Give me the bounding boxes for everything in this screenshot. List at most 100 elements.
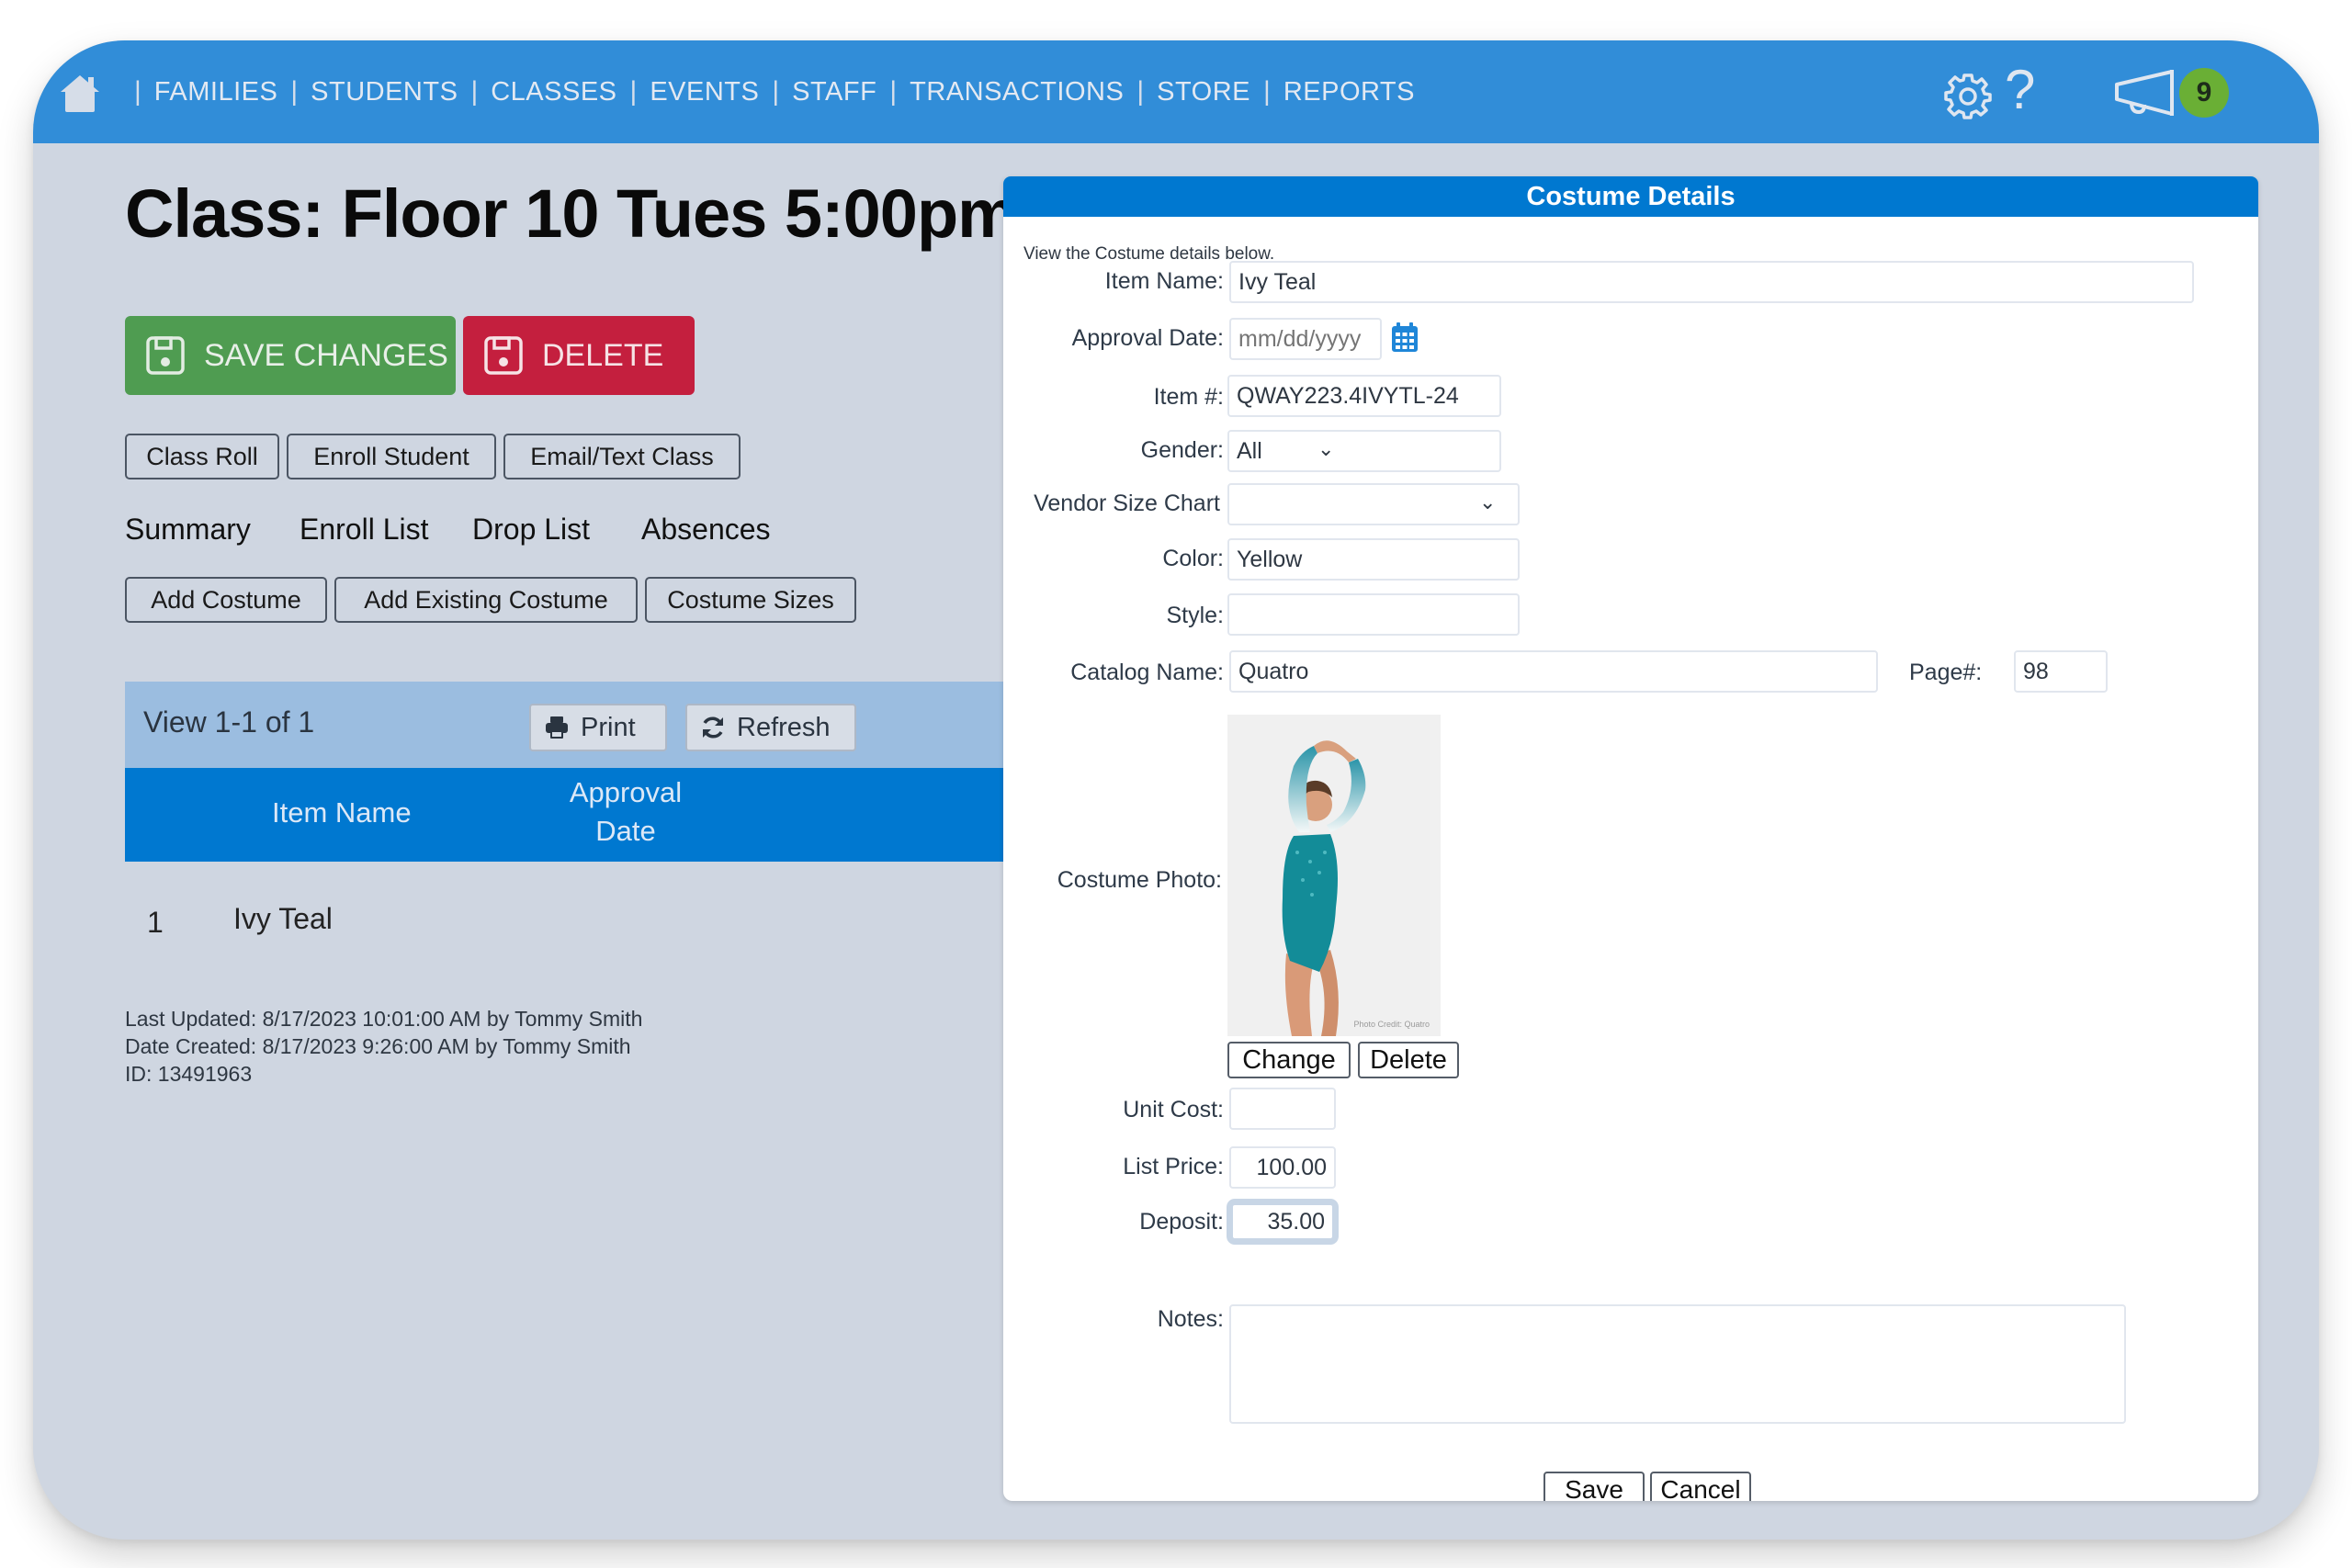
nav-separator: | <box>889 76 898 107</box>
chevron-down-icon: ⌄ <box>1317 437 1335 460</box>
dialog-title: Costume Details <box>1003 176 2258 217</box>
refresh-icon <box>703 716 723 739</box>
add-existing-costume-button[interactable]: Add Existing Costume <box>334 577 638 623</box>
unit-cost-label: Unit Cost: <box>1123 1097 1224 1122</box>
unit-cost-input[interactable] <box>1229 1088 1336 1130</box>
row-number: 1 <box>147 906 164 939</box>
nav-families[interactable]: FAMILIES <box>154 77 278 107</box>
cancel-button[interactable]: Cancel <box>1650 1472 1751 1501</box>
last-updated: Last Updated: 8/17/2023 10:01:00 AM by T… <box>125 1007 643 1031</box>
delete-label: DELETE <box>542 337 664 373</box>
change-photo-button[interactable]: Change <box>1227 1042 1351 1078</box>
nav-store[interactable]: STORE <box>1157 77 1250 107</box>
approval-date-label: Approval Date: <box>1071 325 1224 351</box>
photo-credit: Photo Credit: Quatro <box>1353 1020 1430 1029</box>
notification-badge[interactable]: 9 <box>2179 68 2229 118</box>
tab-absences[interactable]: Absences <box>641 513 771 547</box>
delete-class-button[interactable]: DELETE <box>463 316 695 395</box>
column-header-line: Approval <box>569 776 683 808</box>
print-label: Print <box>581 712 636 742</box>
item-number-input[interactable] <box>1227 375 1501 417</box>
vendor-size-chart-label: Vendor Size Chart <box>1034 491 1220 516</box>
list-price-input[interactable] <box>1229 1146 1336 1189</box>
costume-sizes-button[interactable]: Costume Sizes <box>645 577 856 623</box>
item-name-input[interactable] <box>1229 261 2194 303</box>
gender-selected-value: All <box>1237 437 1262 464</box>
deposit-input[interactable] <box>1231 1203 1334 1240</box>
email-text-class-button[interactable]: Email/Text Class <box>503 434 741 479</box>
catalog-name-input[interactable] <box>1229 650 1878 693</box>
vendor-size-chart-select[interactable]: ⌄ <box>1227 483 1520 525</box>
column-header-approval-date[interactable]: Approval Date <box>548 773 704 851</box>
gear-icon[interactable] <box>1944 72 1992 119</box>
record-meta: Last Updated: 8/17/2023 10:01:00 AM by T… <box>125 1005 642 1088</box>
gender-label: Gender: <box>1140 437 1224 463</box>
table-row[interactable]: 1 Ivy Teal <box>125 902 1007 948</box>
floppy-disk-icon <box>484 336 523 375</box>
class-roll-button[interactable]: Class Roll <box>125 434 279 479</box>
costume-photo-image <box>1282 740 1366 1036</box>
view-count: View 1-1 of 1 <box>143 705 315 739</box>
top-nav: | FAMILIES | STUDENTS | CLASSES | EVENTS… <box>33 40 2319 143</box>
floppy-disk-icon <box>146 336 185 375</box>
costume-photo-label: Costume Photo: <box>1057 867 1222 893</box>
list-price-label: List Price: <box>1123 1154 1224 1179</box>
page-number-label: Page#: <box>1909 660 1983 685</box>
delete-photo-button[interactable]: Delete <box>1358 1042 1459 1078</box>
color-label: Color: <box>1162 546 1224 571</box>
style-input[interactable] <box>1227 593 1520 636</box>
catalog-name-label: Catalog Name: <box>1070 660 1224 685</box>
nav-events[interactable]: EVENTS <box>650 77 759 107</box>
nav-staff[interactable]: STAFF <box>792 77 876 107</box>
notes-label: Notes: <box>1157 1306 1224 1332</box>
chevron-down-icon: ⌄ <box>1479 491 1497 513</box>
page-title: Class: Floor 10 Tues 5:00pm <box>125 175 1018 252</box>
deposit-label: Deposit: <box>1139 1209 1224 1235</box>
grid-header: Item Name Approval Date <box>125 768 1007 862</box>
nav-classes[interactable]: CLASSES <box>491 77 616 107</box>
nav-students[interactable]: STUDENTS <box>311 77 458 107</box>
save-changes-label: SAVE CHANGES <box>204 337 448 373</box>
nav-separator: | <box>290 76 299 107</box>
nav-reports[interactable]: REPORTS <box>1283 77 1415 107</box>
help-icon[interactable]: ? <box>2005 62 2035 118</box>
nav-transactions[interactable]: TRANSACTIONS <box>910 77 1124 107</box>
nav-menu: | FAMILIES | STUDENTS | CLASSES | EVENTS… <box>121 40 1415 143</box>
enroll-student-button[interactable]: Enroll Student <box>287 434 496 479</box>
refresh-button[interactable]: Refresh <box>685 704 856 751</box>
app-window: | FAMILIES | STUDENTS | CLASSES | EVENTS… <box>33 40 2319 1540</box>
grid-toolbar: View 1-1 of 1 Print Refresh <box>125 682 1007 768</box>
tab-summary[interactable]: Summary <box>125 513 251 547</box>
print-button[interactable]: Print <box>529 704 667 751</box>
home-icon[interactable] <box>59 73 101 112</box>
page-number-input[interactable] <box>2014 650 2108 693</box>
nav-separator: | <box>1263 76 1271 107</box>
calendar-icon[interactable] <box>1391 321 1419 353</box>
approval-date-input[interactable] <box>1229 318 1382 360</box>
add-costume-button[interactable]: Add Costume <box>125 577 327 623</box>
row-item-name[interactable]: Ivy Teal <box>233 902 333 936</box>
column-header-item-name[interactable]: Item Name <box>272 794 412 832</box>
costume-details-dialog: Costume Details View the Costume details… <box>1003 176 2258 1501</box>
notes-textarea[interactable] <box>1229 1304 2126 1424</box>
column-header-line: Date <box>595 815 656 847</box>
item-name-label: Item Name: <box>1104 268 1224 294</box>
record-id: ID: 13491963 <box>125 1062 253 1086</box>
item-number-label: Item #: <box>1153 384 1224 410</box>
tab-enroll-list[interactable]: Enroll List <box>300 513 429 547</box>
printer-icon <box>546 716 568 739</box>
save-changes-button[interactable]: SAVE CHANGES <box>125 316 456 395</box>
megaphone-icon[interactable] <box>2113 68 2177 119</box>
tab-drop-list[interactable]: Drop List <box>472 513 590 547</box>
gender-select[interactable]: All ⌄ <box>1227 430 1501 472</box>
refresh-label: Refresh <box>737 712 831 742</box>
costume-photo: Photo Credit: Quatro <box>1227 715 1441 1036</box>
nav-separator: | <box>470 76 479 107</box>
nav-separator: | <box>134 76 141 107</box>
nav-separator: | <box>1136 76 1145 107</box>
color-input[interactable] <box>1227 538 1520 581</box>
save-button[interactable]: Save <box>1544 1472 1645 1501</box>
date-created: Date Created: 8/17/2023 9:26:00 AM by To… <box>125 1034 631 1058</box>
style-label: Style: <box>1166 603 1224 628</box>
nav-separator: | <box>629 76 638 107</box>
